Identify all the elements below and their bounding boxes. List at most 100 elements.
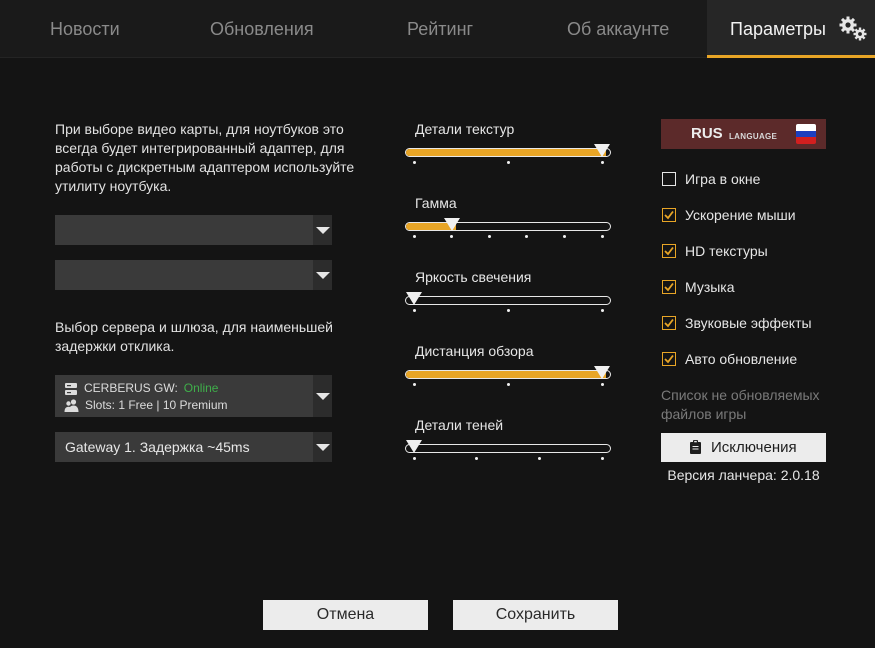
chevron-down-icon[interactable] [313,375,332,417]
slider-label: Яркость свечения [415,269,532,285]
slider-tick [600,235,604,238]
checkbox-label: Музыка [685,279,735,295]
checkbox-box[interactable] [662,352,676,366]
slider-texture-detail[interactable]: Детали текстур [405,121,612,181]
gateway-value: Gateway 1. Задержка ~45ms [65,439,250,455]
exclusions-button-label: Исключения [711,439,797,456]
checkbox-box[interactable] [662,172,676,186]
exclusions-note: Список не обновляемых файлов игры [661,387,820,422]
slider-tick [600,161,604,164]
tab-updates[interactable]: Обновления [210,0,314,58]
chevron-down-icon[interactable] [313,260,332,290]
slider-tick [412,457,416,460]
checkbox-label: Авто обновление [685,351,798,367]
slider-ticks [405,309,611,313]
slider-tick [537,457,541,460]
flag-stripe [796,137,816,144]
slider-tick [600,383,604,386]
slider-gamma[interactable]: Гамма [405,195,612,255]
gpu-select-2[interactable] [55,260,332,290]
gpu-select-1[interactable] [55,215,332,245]
slider-thumb[interactable] [594,144,610,157]
slider-thumb[interactable] [594,366,610,379]
checkbox-box[interactable] [662,316,676,330]
chevron-down-icon[interactable] [313,215,332,245]
slider-tick [506,383,510,386]
checkbox-label: Звуковые эффекты [685,315,812,331]
slider-tick [562,235,566,238]
slider-tick [475,457,479,460]
check-icon [664,246,674,256]
server-select[interactable]: CERBERUS GW: Online Slots: 1 Free | 10 Pr… [55,375,332,417]
slider-thumb[interactable] [443,218,460,231]
slider-tick [600,457,604,460]
server-status: Online [183,381,219,395]
slider-glow-brightness[interactable]: Яркость свечения [405,269,612,329]
slider-fill [406,371,606,378]
launcher-version: Версия ланчера: 2.0.18 [667,467,820,483]
chevron-down-icon[interactable] [313,432,332,462]
slider-thumb[interactable] [406,292,422,305]
tab-settings-label: Параметры [730,19,826,39]
checkbox-label: Игра в окне [685,171,761,187]
slider-label: Детали теней [415,417,504,433]
checkbox-label: HD текстуры [685,243,768,259]
slider-tick [412,161,416,164]
slider-label: Детали текстур [415,121,515,137]
save-button[interactable]: Сохранить [453,600,618,630]
slider-tick [506,161,510,164]
slider-tick [412,383,416,386]
checkbox-box[interactable] [662,244,676,258]
tab-settings[interactable]: Параметры [707,0,875,58]
slider-ticks [405,161,611,165]
tab-rating[interactable]: Рейтинг [407,0,473,58]
language-button[interactable]: RUS LANGUAGE [661,119,826,149]
tab-account[interactable]: Об аккаунте [567,0,669,58]
russia-flag-icon [796,124,816,144]
server-slots-line: Slots: 1 Free | 10 Premium [64,398,228,412]
slider-track[interactable] [405,370,611,379]
users-icon [64,399,79,412]
clipboard-icon [690,440,701,454]
exclusions-button[interactable]: Исключения [661,433,826,462]
slider-ticks [405,235,611,239]
slider-thumb[interactable] [406,440,422,453]
slider-track[interactable] [405,296,611,305]
cancel-button[interactable]: Отмена [263,600,428,630]
flag-stripe [796,130,816,138]
slider-ticks [405,383,611,387]
server-slots: Slots: 1 Free | 10 Premium [85,398,228,412]
checkbox-label: Ускорение мыши [685,207,796,223]
check-icon [664,282,674,292]
check-icon [664,210,674,220]
slider-track[interactable] [405,222,611,231]
checkbox-box[interactable] [662,208,676,222]
server-note: Выбор сервера и шлюза, для наименьшей за… [55,319,333,354]
slider-label: Гамма [415,195,457,211]
gpu-note: При выборе видео карты, для ноутбуков эт… [55,121,355,194]
server-name: CERBERUS GW: [84,381,178,395]
slider-track[interactable] [405,444,611,453]
slider-tick [412,235,416,238]
checkbox-box[interactable] [662,280,676,294]
gateway-select[interactable]: Gateway 1. Задержка ~45ms [55,432,332,462]
top-nav: Новости Обновления Рейтинг Об аккаунте П… [0,0,875,58]
slider-shadow-detail[interactable]: Детали теней [405,417,612,477]
slider-tick [487,235,491,238]
slider-tick [525,235,529,238]
server-icon [65,383,77,395]
flag-stripe [796,124,816,131]
language-caption: LANGUAGE [729,132,778,141]
slider-tick [506,309,510,312]
slider-label: Дистанция обзора [415,343,534,359]
slider-view-distance[interactable]: Дистанция обзора [405,343,612,403]
server-name-line: CERBERUS GW: Online [64,381,218,395]
slider-tick [412,309,416,312]
language-code: RUS [691,125,723,142]
slider-track[interactable] [405,148,611,157]
check-icon [664,354,674,364]
slider-ticks [405,457,611,461]
tab-news[interactable]: Новости [50,0,120,58]
slider-tick [450,235,454,238]
slider-tick [600,309,604,312]
